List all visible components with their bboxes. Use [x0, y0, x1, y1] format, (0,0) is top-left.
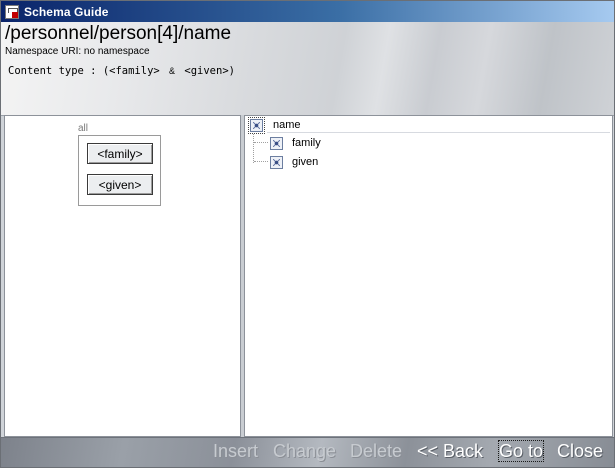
bottom-toolbar: Insert Change Delete << Back Go to Close [1, 437, 614, 467]
content-model-pane: all <family> <given> [4, 115, 241, 437]
content-type: Content type : (<family> & <given>) [8, 65, 235, 77]
tree-node-family[interactable]: family [270, 135, 321, 151]
title-bar[interactable]: Schema Guide [1, 1, 614, 22]
element-node-icon [270, 136, 283, 150]
app-icon [5, 4, 19, 19]
element-node-icon [248, 116, 265, 134]
tree-node-name[interactable]: name [248, 116, 301, 134]
delete-button[interactable]: Delete [350, 440, 402, 462]
namespace-uri: Namespace URI: no namespace [5, 46, 150, 57]
tree-node-given[interactable]: given [270, 154, 318, 170]
tree-connector [253, 134, 254, 163]
group-label: all [78, 123, 89, 134]
change-button[interactable]: Change [273, 440, 336, 462]
body-area: all <family> <given> name family given [4, 115, 613, 437]
tree-connector [254, 142, 268, 143]
tree-connector [254, 161, 268, 162]
content-type-suffix: <given>) [184, 65, 235, 77]
header-panel: /personnel/person[4]/name Namespace URI:… [1, 22, 614, 116]
xpath-title: /personnel/person[4]/name [5, 23, 232, 44]
goto-button[interactable]: Go to [498, 440, 545, 462]
content-type-prefix: Content type : (<family> [8, 65, 160, 77]
given-element-button[interactable]: <given> [87, 174, 153, 195]
back-button[interactable]: << Back [417, 440, 483, 462]
family-element-button[interactable]: <family> [87, 143, 153, 164]
close-button[interactable]: Close [557, 440, 603, 462]
content-type-operator: & [169, 66, 176, 76]
schema-guide-window: Schema Guide /personnel/person[4]/name N… [0, 0, 615, 468]
insert-button[interactable]: Insert [213, 440, 258, 462]
tree-node-label: name [273, 119, 301, 131]
tree-selection-divider [267, 132, 610, 133]
element-node-icon [270, 155, 283, 169]
all-group-box: <family> <given> [78, 135, 161, 206]
tree-node-label: given [292, 156, 319, 168]
tree-pane: name family given [244, 115, 613, 437]
tree-node-label: family [292, 137, 321, 149]
window-title: Schema Guide [24, 4, 109, 19]
